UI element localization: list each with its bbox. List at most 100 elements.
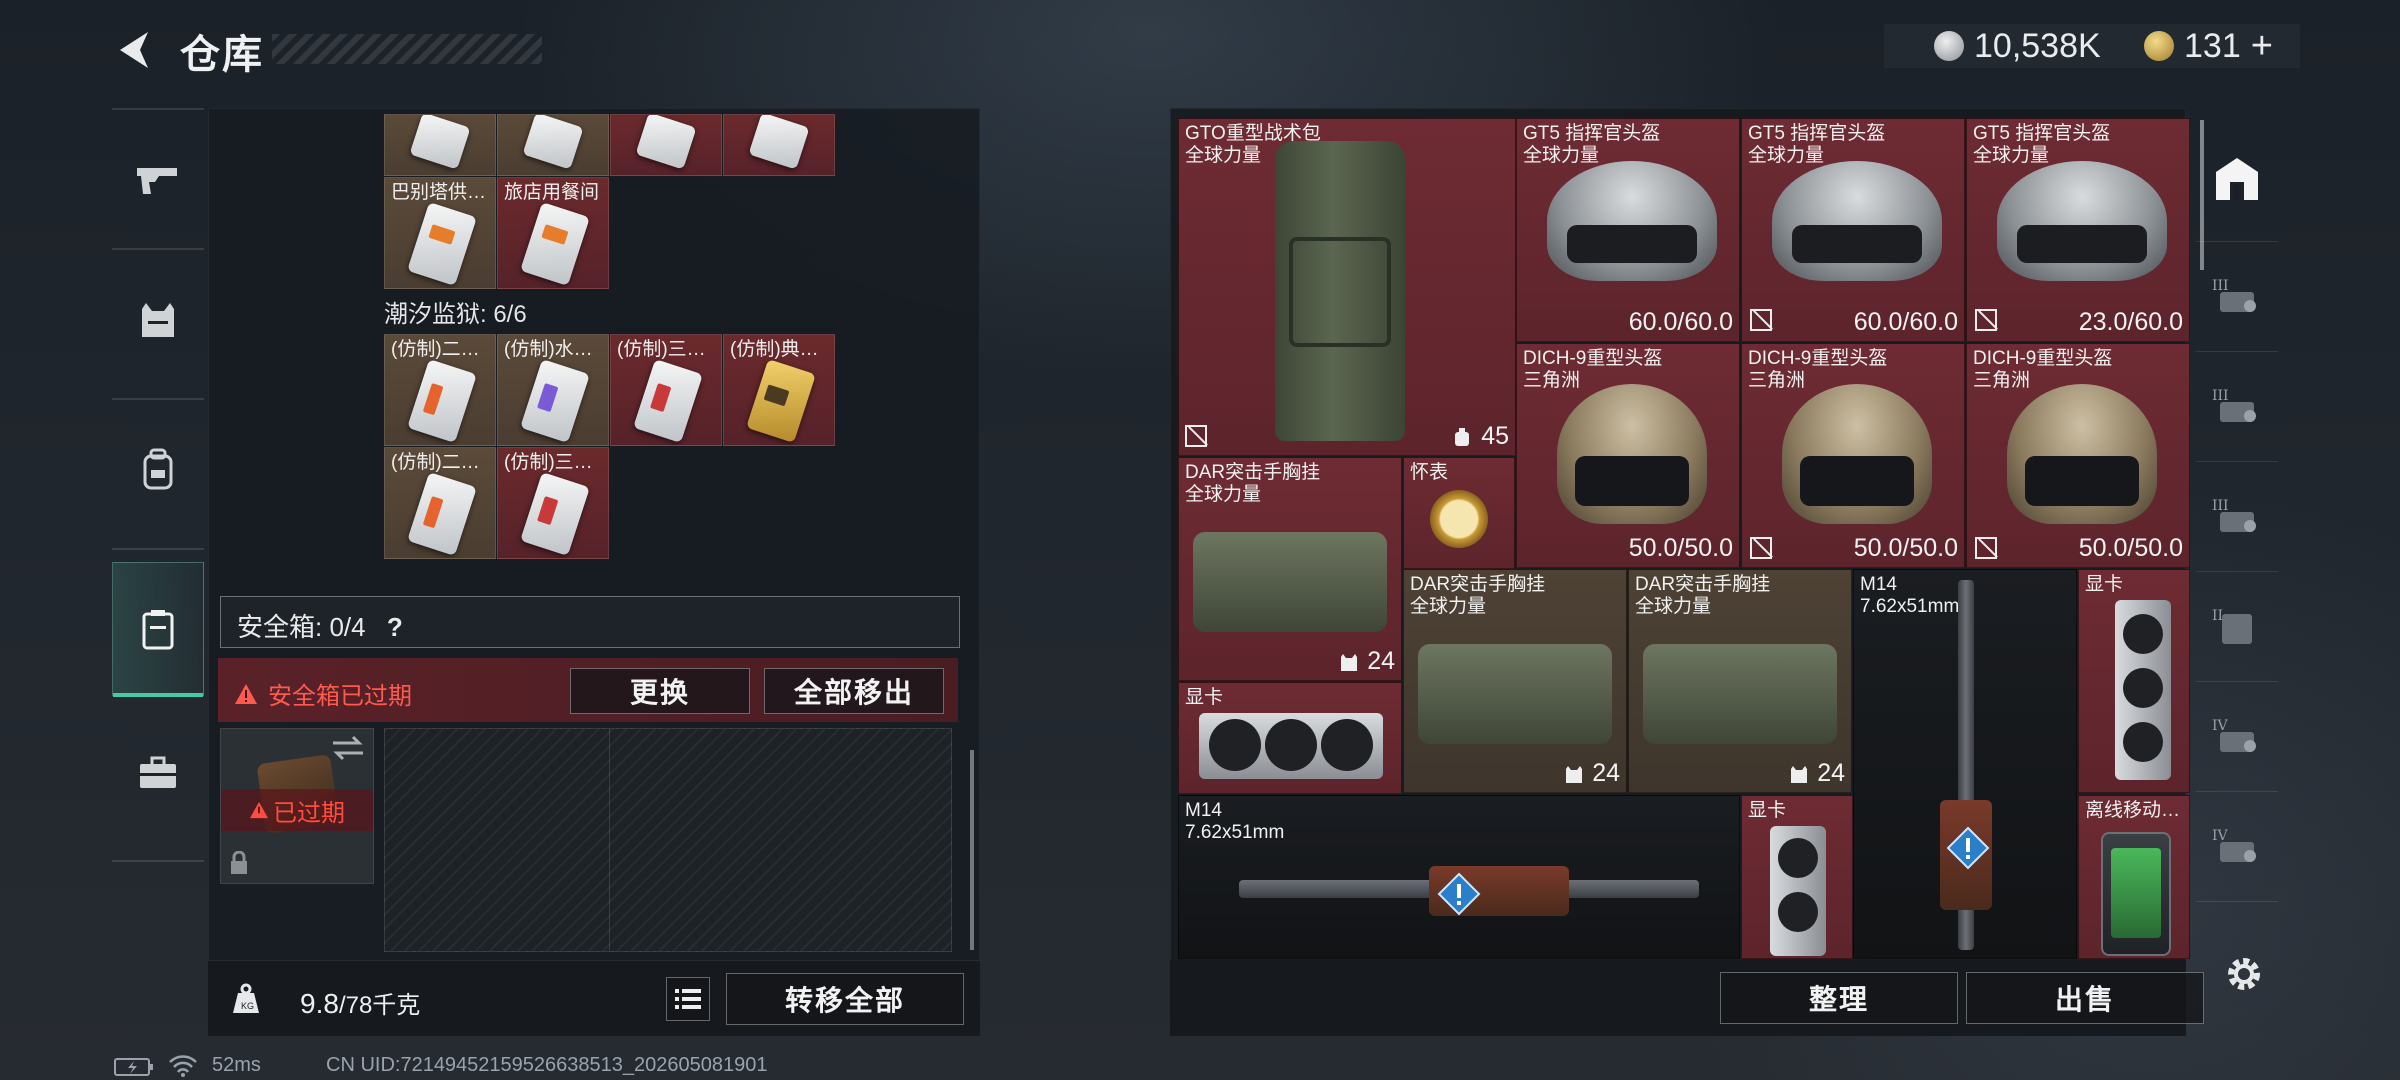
keycard-item[interactable]: (仿制)三…: [610, 334, 722, 446]
keycard-babel[interactable]: 巴别塔供…: [384, 177, 496, 289]
tab-tier-iv[interactable]: IV: [2196, 792, 2278, 902]
gpu-image: [1199, 713, 1383, 779]
vest-icon: [142, 303, 174, 337]
safe-box-icon: [142, 610, 174, 650]
capacity-readout: 24: [1789, 759, 1845, 788]
back-button[interactable]: [112, 28, 156, 72]
item-dich-helmet[interactable]: DICH-9重型头盔 三角洲 50.0/50.0: [1516, 343, 1740, 568]
tab-tier-ii[interactable]: II: [2196, 572, 2278, 682]
item-gt5-helmet[interactable]: GT5 指挥官头盔 全球力量 60.0/60.0: [1741, 118, 1965, 342]
item-dar-rig[interactable]: DAR突击手胸挂 全球力量 24: [1178, 457, 1402, 681]
no-insure-icon: [1975, 537, 1997, 559]
backpack-icon: [143, 448, 173, 490]
safebox-grid[interactable]: [384, 728, 952, 952]
item-gpu[interactable]: 显卡: [1741, 795, 1853, 959]
tier-iii-icon: III: [2212, 498, 2256, 532]
durability: 50.0/50.0: [1628, 534, 1733, 562]
keycard-item[interactable]: (仿制)典…: [723, 334, 835, 446]
add-currency-icon[interactable]: +: [2251, 25, 2273, 68]
item-gt5-helmet[interactable]: GT5 指挥官头盔 全球力量 60.0/60.0: [1516, 118, 1740, 342]
item-cell[interactable]: [723, 114, 835, 176]
item-offline-device[interactable]: 离线移动…: [2078, 795, 2190, 959]
rail-safebox[interactable]: [112, 562, 204, 697]
helmet-image: [1997, 161, 2167, 281]
item-cell[interactable]: [610, 114, 722, 176]
helmet-image: [2007, 384, 2157, 524]
no-insure-icon: [1750, 309, 1772, 331]
keycard-item[interactable]: (仿制)二…: [384, 447, 496, 559]
item-cell[interactable]: [384, 114, 496, 176]
list-view-button[interactable]: [666, 977, 710, 1021]
item-dich-helmet[interactable]: DICH-9重型头盔 三角洲 50.0/50.0: [1966, 343, 2190, 568]
device-image: [2101, 832, 2171, 956]
uid-readout: CN UID:72149452159526638513_202605081901: [326, 1054, 768, 1076]
page-title: 仓库: [180, 33, 264, 77]
help-icon[interactable]: ?: [387, 612, 403, 642]
gear-icon: [2228, 958, 2260, 990]
item-gpu[interactable]: 显卡: [2078, 569, 2190, 793]
svg-text:III: III: [2212, 388, 2229, 404]
tier-iii-icon: III: [2212, 278, 2256, 312]
no-insure-icon: [1750, 537, 1772, 559]
capacity-readout: 45: [1451, 422, 1509, 451]
svg-text:IV: IV: [2212, 718, 2229, 734]
move-all-out-button[interactable]: 全部移出: [764, 668, 944, 714]
transfer-all-button[interactable]: 转移全部: [726, 973, 964, 1025]
keycard-item[interactable]: (仿制)水…: [497, 334, 609, 446]
rail-weapons[interactable]: [112, 114, 204, 244]
keycard-hotel[interactable]: 旅店用餐间: [497, 177, 609, 289]
item-cell[interactable]: [497, 114, 609, 176]
tidy-button[interactable]: 整理: [1720, 972, 1958, 1024]
helmet-image: [1547, 161, 1717, 281]
item-gt5-helmet[interactable]: GT5 指挥官头盔 全球力量 23.0/60.0: [1966, 118, 2190, 342]
weight-icon: KG: [233, 983, 259, 1013]
item-pocket-watch[interactable]: 怀表: [1403, 457, 1515, 569]
rail-armor[interactable]: [112, 254, 204, 384]
safebox-bar: 安全箱: 0/4 ?: [220, 596, 960, 648]
settings-button[interactable]: [2222, 952, 2266, 996]
backpack-small-icon: [1455, 427, 1470, 446]
vest-small-icon: [1791, 765, 1808, 783]
rig-image: [1418, 644, 1612, 744]
vest-small-icon: [1341, 653, 1358, 671]
item-gto-backpack[interactable]: GTO重型战术包 全球力量 45: [1178, 118, 1516, 456]
tab-tier-iii[interactable]: III: [2196, 462, 2278, 572]
safebox-case-slot[interactable]: 已过期: [220, 728, 374, 884]
lock-icon: [231, 851, 247, 874]
durability: 50.0/50.0: [2078, 534, 2183, 562]
weight-readout: 9.8/78千克: [300, 985, 420, 1020]
currency-silver: 10,538K: [1934, 26, 2101, 66]
durability: 60.0/60.0: [1628, 308, 1733, 336]
tab-home[interactable]: [2196, 116, 2278, 242]
durability: 50.0/50.0: [1853, 534, 1958, 562]
warning-icon: [250, 801, 268, 819]
silver-coin-icon: [1934, 31, 1964, 61]
currency-gold[interactable]: 131 +: [2144, 25, 2273, 68]
tab-tier-iii[interactable]: III: [2196, 242, 2278, 352]
gold-amount: 131: [2184, 26, 2241, 65]
capacity-readout: 24: [1339, 647, 1395, 676]
svg-text:IV: IV: [2212, 828, 2229, 844]
tab-tier-iv[interactable]: IV: [2196, 682, 2278, 792]
item-dich-helmet[interactable]: DICH-9重型头盔 三角洲 50.0/50.0: [1741, 343, 1965, 568]
sell-button[interactable]: 出售: [1966, 972, 2204, 1024]
left-scrollbar[interactable]: [970, 750, 974, 950]
durability: 60.0/60.0: [1853, 308, 1958, 336]
gpu-image: [1770, 826, 1826, 956]
item-dar-rig[interactable]: DAR突击手胸挂 全球力量 24: [1628, 569, 1852, 793]
home-icon: [2216, 157, 2258, 200]
item-gpu[interactable]: 显卡: [1178, 682, 1402, 794]
item-m14-vertical[interactable]: M14 7.62x51mm: [1853, 569, 2077, 959]
replace-button[interactable]: 更换: [570, 668, 750, 714]
expired-warning-text: 安全箱已过期: [268, 683, 412, 710]
tab-tier-iii[interactable]: III: [2196, 352, 2278, 462]
rail-briefcase[interactable]: [112, 708, 204, 838]
keycard-item[interactable]: (仿制)三…: [497, 447, 609, 559]
watch-image: [1430, 490, 1488, 548]
keycard-item[interactable]: (仿制)二…: [384, 334, 496, 446]
item-dar-rig[interactable]: DAR突击手胸挂 全球力量 24: [1403, 569, 1627, 793]
rail-backpack[interactable]: [112, 404, 204, 534]
item-m14-horizontal[interactable]: M14 7.62x51mm: [1178, 795, 1740, 959]
swap-icon[interactable]: [331, 735, 365, 761]
battery-icon: [114, 1058, 153, 1076]
